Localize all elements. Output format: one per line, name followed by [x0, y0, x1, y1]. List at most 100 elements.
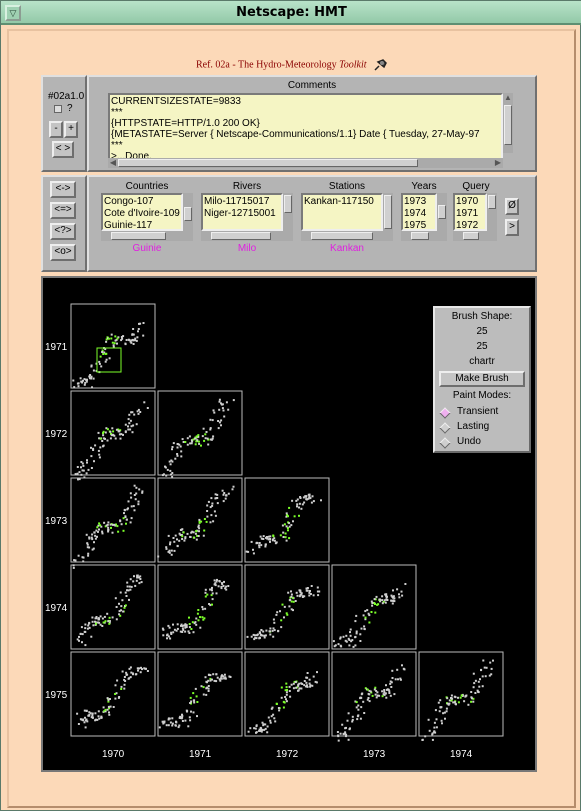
row-label: 1974 — [45, 603, 68, 614]
stations-selected: Kankan — [330, 243, 364, 254]
comments-textarea[interactable]: CURRENTSIZESTATE=9833 *** {HTTPSTATE=HTTP/… — [108, 93, 503, 165]
clear-query-button[interactable]: Ø — [505, 198, 519, 215]
data-point — [213, 579, 216, 582]
run-query-button[interactable]: > — [505, 219, 519, 236]
data-point — [129, 588, 132, 591]
list-item[interactable]: 1970 — [456, 196, 484, 208]
data-point — [298, 502, 301, 505]
data-point — [86, 461, 88, 464]
highlighted-point — [460, 694, 463, 697]
data-point — [247, 730, 250, 733]
scroll-arrows-button[interactable]: < > — [52, 141, 74, 158]
highlighted-point — [292, 600, 295, 603]
mode-lasting-label[interactable]: Lasting — [457, 421, 489, 432]
scroll-up-icon[interactable]: ▲ — [503, 93, 513, 103]
data-point — [196, 715, 198, 718]
plus-button[interactable]: + — [64, 121, 78, 138]
query-hscrollbar[interactable] — [453, 231, 497, 241]
radio-transient[interactable] — [439, 407, 451, 419]
data-point — [168, 551, 171, 554]
scroll-left-icon[interactable]: ◀ — [108, 158, 118, 168]
rivers-list[interactable]: Milo-11715017 Niger-12715001 — [201, 193, 283, 231]
data-point — [339, 732, 342, 735]
data-point — [86, 627, 89, 630]
radio-undo[interactable] — [439, 437, 451, 449]
list-item[interactable]: 1975 — [404, 220, 434, 229]
data-point — [179, 715, 182, 718]
data-point — [133, 484, 136, 487]
op-button-query[interactable]: <?> — [50, 223, 76, 240]
data-point — [427, 718, 430, 721]
countries-vscrollbar[interactable] — [183, 193, 193, 231]
years-list[interactable]: 1973 1974 1975 — [401, 193, 437, 231]
pushpin-icon[interactable] — [373, 59, 387, 71]
data-point — [209, 674, 212, 677]
mode-transient-label[interactable]: Transient — [457, 406, 498, 417]
data-point — [391, 595, 394, 598]
years-hscrollbar[interactable] — [401, 231, 447, 241]
data-point — [438, 710, 441, 713]
list-item[interactable]: 1974 — [404, 208, 434, 220]
data-point — [116, 342, 118, 345]
radio-lasting[interactable] — [439, 422, 451, 434]
data-point — [137, 330, 139, 333]
data-point — [231, 488, 234, 491]
countries-list[interactable]: Congo-107 Cote d'Ivoire-109 Guinie-117 — [101, 193, 183, 231]
data-point — [123, 512, 125, 515]
window-titlebar[interactable]: ▽ Netscape: HMT — [1, 1, 581, 25]
data-point — [345, 726, 347, 729]
data-point — [181, 627, 184, 630]
data-point — [344, 639, 347, 642]
data-point — [85, 709, 88, 712]
highlighted-point — [283, 523, 286, 526]
brush-height-value[interactable]: 25 — [435, 341, 529, 352]
data-point — [290, 595, 293, 598]
data-point — [91, 533, 94, 536]
list-item[interactable]: Kankan-117150 — [304, 196, 380, 208]
highlighted-point — [108, 616, 111, 619]
checkbox[interactable] — [54, 105, 62, 113]
list-item[interactable]: Guinie-117 — [104, 220, 180, 229]
op-button-circle[interactable]: <o> — [50, 244, 76, 261]
rivers-hscrollbar[interactable] — [201, 231, 293, 241]
data-point — [171, 446, 174, 448]
scroll-right-icon[interactable]: ▶ — [493, 158, 503, 168]
data-point — [175, 721, 178, 724]
data-point — [215, 592, 218, 595]
stations-hscrollbar[interactable] — [301, 231, 393, 241]
brush-mode-value[interactable]: chartr — [435, 356, 529, 367]
op-button-equal[interactable]: <=> — [50, 202, 76, 219]
make-brush-button[interactable]: Make Brush — [439, 371, 525, 387]
query-list[interactable]: 1970 1971 1972 — [453, 193, 487, 231]
brush-width-value[interactable]: 25 — [435, 326, 529, 337]
data-point — [300, 507, 303, 510]
data-point — [85, 718, 88, 721]
stations-list[interactable]: Kankan-117150 — [301, 193, 383, 231]
col-label: 1974 — [450, 749, 473, 760]
highlighted-point — [197, 619, 200, 622]
list-item[interactable]: 1973 — [404, 196, 434, 208]
list-item[interactable]: Cote d'Ivoire-109 — [104, 208, 180, 220]
data-point — [211, 502, 214, 505]
data-point — [482, 659, 485, 662]
data-point — [221, 407, 224, 410]
comments-hscrollbar[interactable] — [108, 158, 503, 168]
data-point — [167, 624, 170, 627]
rivers-vscrollbar[interactable] — [283, 193, 293, 231]
list-item[interactable]: Niger-12715001 — [204, 208, 280, 220]
op-button-both[interactable]: <-> — [50, 181, 76, 198]
data-point — [255, 637, 258, 640]
list-item[interactable]: Milo-11715017 — [204, 196, 280, 208]
highlighted-point — [281, 603, 284, 606]
stations-vscrollbar[interactable] — [383, 193, 393, 231]
list-item[interactable]: 1971 — [456, 208, 484, 220]
list-item[interactable]: Congo-107 — [104, 196, 180, 208]
mode-undo-label[interactable]: Undo — [457, 436, 481, 447]
data-point — [232, 485, 235, 488]
data-point — [178, 539, 181, 542]
years-vscrollbar[interactable] — [437, 193, 447, 231]
list-item[interactable]: 1972 — [456, 220, 484, 229]
query-vscrollbar[interactable] — [487, 193, 497, 231]
countries-hscrollbar[interactable] — [101, 231, 193, 241]
minus-button[interactable]: - — [49, 121, 63, 138]
